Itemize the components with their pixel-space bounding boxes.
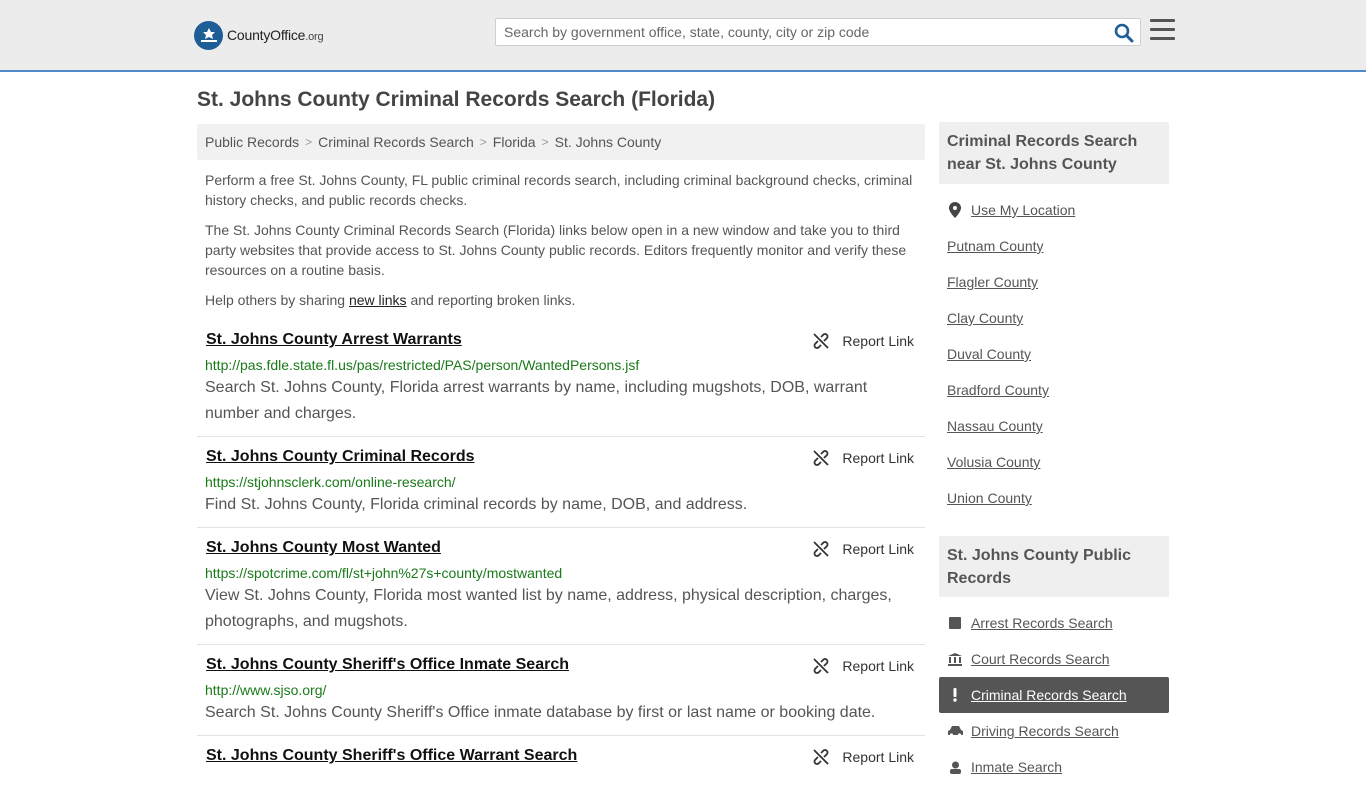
public-records-list: Arrest Records Search Court Records Sear… [939,605,1169,785]
breadcrumb-florida[interactable]: Florida [493,134,536,150]
countyoffice-logo[interactable]: CountyOffice.org [194,20,324,50]
result-item: St. Johns County Most Wanted Report Link… [197,539,925,645]
result-title-link[interactable]: St. Johns County Sheriff's Office Warran… [206,747,577,765]
nearby-county-item[interactable]: Clay County [947,300,1169,336]
square-icon [947,617,963,629]
exclamation-icon [947,688,963,702]
nearby-county-link[interactable]: Duval County [947,346,1031,362]
result-title-link[interactable]: St. Johns County Criminal Records [206,448,474,466]
top-header: CountyOffice.org [0,0,1366,72]
result-url[interactable]: http://pas.fdle.state.fl.us/pas/restrict… [205,357,639,373]
report-link-label: Report Link [842,333,914,349]
public-record-item[interactable]: Driving Records Search [947,713,1169,749]
result-url[interactable]: http://www.sjso.org/ [205,682,326,698]
nearby-county-link[interactable]: Union County [947,490,1032,506]
result-description: Search St. Johns County Sheriff's Office… [205,704,876,721]
intro-paragraph: Perform a free St. Johns County, FL publ… [205,172,913,208]
nearby-county-link[interactable]: Bradford County [947,382,1049,398]
new-links-link[interactable]: new links [349,292,407,308]
nearby-heading: Criminal Records Search near St. Johns C… [939,122,1169,184]
result-title-link[interactable]: St. Johns County Most Wanted [206,539,441,557]
result-item: St. Johns County Arrest Warrants Report … [197,331,925,437]
court-records-link[interactable]: Court Records Search [971,651,1110,667]
nearby-county-item[interactable]: Volusia County [947,444,1169,480]
breadcrumb-criminal-records-search[interactable]: Criminal Records Search [318,134,474,150]
breadcrumb-separator-icon: > [541,135,549,149]
search-icon[interactable] [1114,23,1134,43]
broken-link-icon [813,749,830,765]
nearby-county-item[interactable]: Nassau County [947,408,1169,444]
breadcrumb: Public Records > Criminal Records Search… [197,124,925,160]
inmate-search-link[interactable]: Inmate Search [971,759,1062,775]
use-my-location-item[interactable]: Use My Location [947,192,1169,228]
result-url[interactable]: https://spotcrime.com/fl/st+john%27s+cou… [205,565,562,581]
hamburger-menu-icon[interactable] [1150,19,1175,41]
result-description: View St. Johns County, Florida most want… [205,587,892,630]
report-link-button[interactable]: Report Link [812,657,914,675]
report-link-label: Report Link [842,541,914,557]
result-item: St. Johns County Sheriff's Office Warran… [197,747,925,777]
public-records-heading: St. Johns County Public Records [939,536,1169,597]
report-link-label: Report Link [842,450,914,466]
public-record-item-active[interactable]: Criminal Records Search [939,677,1169,713]
result-description: Find St. Johns County, Florida criminal … [205,496,748,513]
driving-records-link[interactable]: Driving Records Search [971,723,1119,739]
courthouse-icon [947,652,963,666]
result-url[interactable]: https://stjohnsclerk.com/online-research… [205,474,456,490]
report-link-button[interactable]: Report Link [812,748,914,766]
nearby-county-link[interactable]: Nassau County [947,418,1043,434]
logo-text: CountyOffice.org [227,27,324,43]
public-record-item[interactable]: Court Records Search [947,641,1169,677]
search-input[interactable] [496,19,1106,45]
share-note: Help others by sharing new links and rep… [205,292,576,308]
broken-link-icon [813,450,830,466]
nearby-county-link[interactable]: Clay County [947,310,1023,326]
breadcrumb-public-records[interactable]: Public Records [205,134,299,150]
result-item: St. Johns County Sheriff's Office Inmate… [197,656,925,736]
breadcrumb-st-johns-county[interactable]: St. Johns County [555,134,662,150]
inmate-icon [947,761,963,774]
report-link-button[interactable]: Report Link [812,332,914,350]
broken-link-icon [813,658,830,674]
public-record-item[interactable]: Arrest Records Search [947,605,1169,641]
result-item: St. Johns County Criminal Records Report… [197,448,925,528]
public-record-item[interactable]: Inmate Search [947,749,1169,785]
arrest-records-link[interactable]: Arrest Records Search [971,615,1113,631]
search-box [495,18,1141,46]
nearby-county-item[interactable]: Duval County [947,336,1169,372]
nearby-county-link[interactable]: Putnam County [947,238,1044,254]
page-title: St. Johns County Criminal Records Search… [197,88,716,111]
nearby-county-item[interactable]: Flagler County [947,264,1169,300]
nearby-county-item[interactable]: Union County [947,480,1169,516]
broken-link-icon [813,541,830,557]
report-link-label: Report Link [842,658,914,674]
nearby-county-item[interactable]: Bradford County [947,372,1169,408]
report-link-label: Report Link [842,749,914,765]
criminal-records-link[interactable]: Criminal Records Search [971,687,1127,703]
location-pin-icon [947,202,963,218]
nearby-county-link[interactable]: Volusia County [947,454,1040,470]
use-my-location-link[interactable]: Use My Location [971,202,1075,218]
breadcrumb-separator-icon: > [479,135,487,149]
nearby-county-link[interactable]: Flagler County [947,274,1038,290]
report-link-button[interactable]: Report Link [812,449,914,467]
result-description: Search St. Johns County, Florida arrest … [205,379,868,422]
car-icon [947,725,963,737]
result-title-link[interactable]: St. Johns County Arrest Warrants [206,331,462,349]
broken-link-icon [813,333,830,349]
logo-badge-icon [194,20,223,50]
report-link-button[interactable]: Report Link [812,540,914,558]
breadcrumb-separator-icon: > [305,135,313,149]
nearby-county-item[interactable]: Putnam County [947,228,1169,264]
nearby-county-list: Use My Location Putnam County Flagler Co… [947,192,1169,516]
intro-paragraph: The St. Johns County Criminal Records Se… [205,222,907,278]
result-title-link[interactable]: St. Johns County Sheriff's Office Inmate… [206,656,569,674]
